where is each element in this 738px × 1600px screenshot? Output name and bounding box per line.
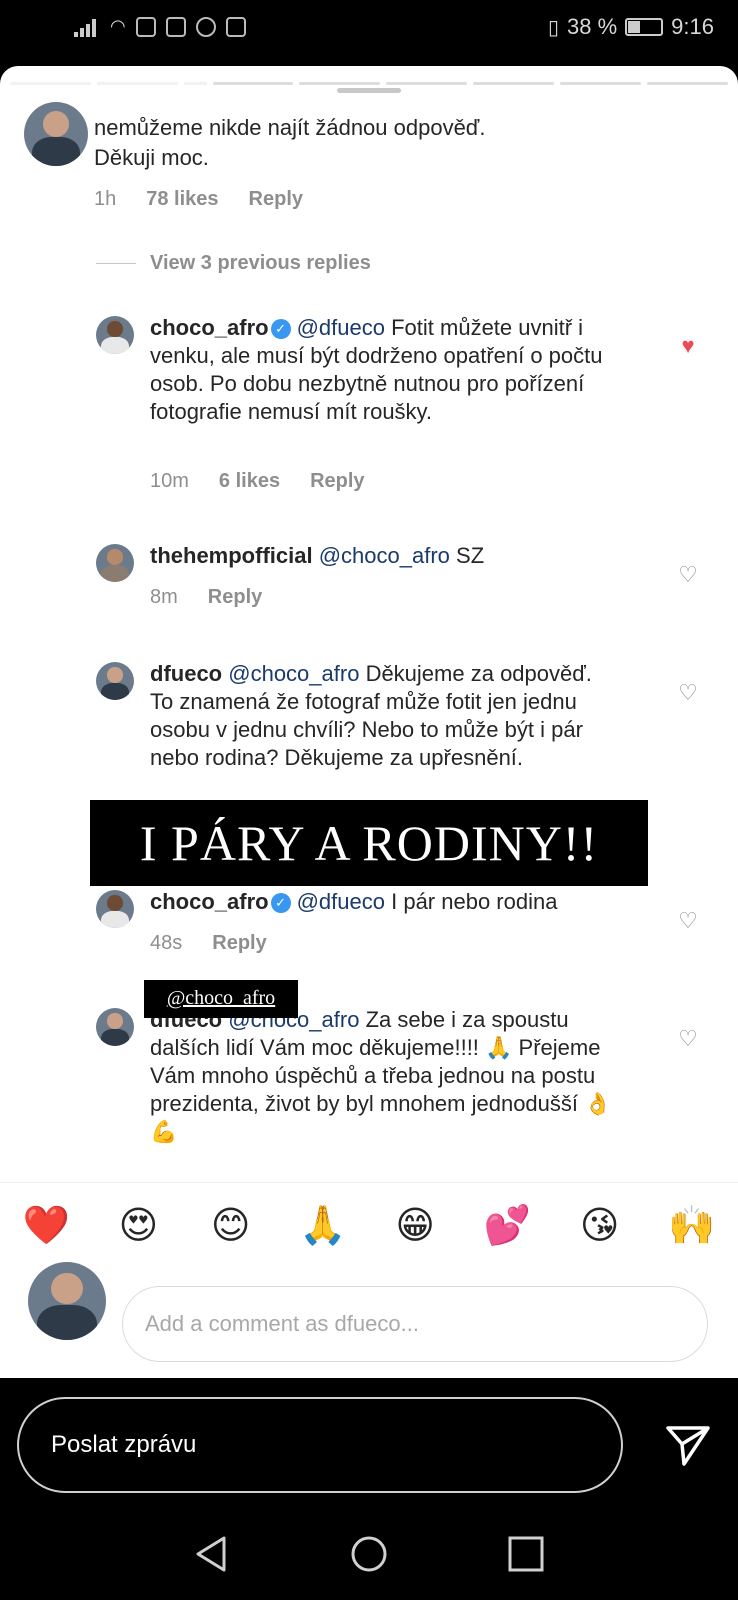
story-progress [10,82,729,85]
system-nav-bar [0,1510,738,1600]
signal-icon [74,17,100,37]
reply-comment: dfueco @choco_afro Děkujeme za odpověď. … [150,660,620,772]
mention-sticker[interactable]: @choco_afro [144,980,298,1018]
comment-mention[interactable]: @choco_afro [319,543,450,568]
progress-segment [212,82,294,85]
comment-meta: 8m Reply [150,586,262,609]
emoji-raised-hands[interactable]: 🙌 [662,1203,722,1248]
emoji-heart-eyes[interactable]: 😍 [108,1203,168,1247]
comment-time: 1h [94,188,117,210]
story-text-banner: I PÁRY A RODINY!! [90,800,648,886]
reply-comment: dfueco @choco_afro Za sebe i za spoustu … [150,1006,640,1146]
progress-segment [183,82,207,85]
heart-icon[interactable]: ♡ [677,564,699,586]
comment-username[interactable]: thehempofficial [150,543,313,568]
emoji-grin[interactable]: 😁 [385,1203,445,1247]
drag-handle[interactable] [337,88,401,93]
vibrate-icon: ▯ [548,16,560,39]
avatar[interactable] [96,662,134,700]
facebook-icon [195,16,216,37]
comment-username[interactable]: dfueco [150,661,222,686]
emoji-smile[interactable]: 😊 [201,1203,261,1247]
progress-segment [473,82,555,85]
comment-body: SZ [456,543,485,568]
comment-text-line: nemůžeme nikde najít žádnou odpověď. [94,115,486,140]
progress-segment [299,82,381,85]
status-icons-left: ◠ [74,16,246,37]
reply-comment: choco_afro ✓ @dfueco I pár nebo rodina [150,888,620,916]
emoji-heart[interactable]: ❤️ [16,1203,76,1248]
recents-icon[interactable] [506,1534,546,1574]
progress-segment [96,82,178,85]
verified-badge-icon: ✓ [270,893,291,914]
comment-username[interactable]: choco_afro [150,889,269,914]
clock: 9:16 [671,14,714,39]
comment-mention[interactable]: @dfueco [297,315,385,340]
status-bar: ◠ ▯ 38 % 9:16 [0,0,738,60]
heart-icon[interactable]: ♡ [677,1028,699,1050]
emoji-quick-bar: ❤️ 😍 😊 🙏 😁 💕 😘 🙌 [0,1182,738,1267]
reply-comment: choco_afro ✓ @dfueco Fotit můžete uvnitř i… [150,314,620,426]
my-avatar [28,1262,106,1340]
reply-button[interactable]: Reply [212,932,266,955]
comments-sheet: dfueco 22h nemůžeme nikde najít žádnou o… [0,66,738,1378]
back-icon[interactable] [192,1534,232,1574]
comment-mention[interactable]: @choco_afro [228,661,359,686]
comment-input[interactable] [123,1287,707,1361]
comment-meta: 1h 78 likes Reply [94,188,303,211]
like-count[interactable]: 6 likes [219,470,280,493]
wifi-icon: ◠ [110,16,126,36]
heart-icon[interactable]: ♡ [677,682,699,704]
news-icon [225,16,246,37]
comment-time: 10m [150,470,189,492]
comment-time: 48s [150,932,183,954]
more-options-icon[interactable] [682,118,690,158]
emoji-kiss[interactable]: 😘 [570,1203,630,1247]
emoji-pray[interactable]: 🙏 [293,1203,353,1248]
verified-badge-icon: ✓ [270,319,291,340]
comment-composer[interactable] [122,1286,708,1362]
view-replies-button[interactable]: View 3 previous replies [96,252,371,275]
progress-segment [647,82,729,85]
comment-body: I pár nebo rodina [391,889,558,914]
reply-button[interactable]: Reply [249,188,303,211]
battery-percent: 38 % [567,14,618,39]
reply-comment: thehempofficial @choco_afro SZ [150,542,620,570]
comment-time: 8m [150,586,178,608]
instagram-icon [135,16,156,37]
send-message-placeholder: Poslat zprávu [51,1431,197,1458]
avatar[interactable] [96,890,134,928]
reply-button[interactable]: Reply [208,586,262,609]
like-count[interactable]: 78 likes [146,188,218,211]
comment-meta: 10m 6 likes Reply [150,470,365,493]
comment-meta: 48s Reply [150,932,267,955]
heart-icon[interactable]: ♡ [677,910,699,932]
comment-mention[interactable]: @dfueco [297,889,385,914]
battery-icon [625,18,664,36]
home-icon[interactable] [349,1534,389,1574]
avatar[interactable] [96,316,134,354]
send-icon[interactable] [664,1424,712,1468]
progress-segment [386,82,468,85]
mail-icon [165,16,186,37]
emoji-two-hearts[interactable]: 💕 [477,1203,537,1248]
reply-button[interactable]: Reply [310,470,364,493]
progress-segment [10,82,91,85]
view-replies-label: View 3 previous replies [150,252,371,274]
send-message-field[interactable]: Poslat zprávu [17,1397,623,1493]
progress-segment [560,82,642,85]
avatar[interactable] [24,102,88,166]
liked-heart-icon[interactable]: ♥ [677,335,699,357]
divider [96,263,136,264]
comment-username[interactable]: choco_afro [150,315,269,340]
avatar[interactable] [96,544,134,582]
comment-text-line: Děkuji moc. [94,145,209,170]
status-icons-right: ▯ 38 % 9:16 [548,14,714,40]
avatar[interactable] [96,1008,134,1046]
